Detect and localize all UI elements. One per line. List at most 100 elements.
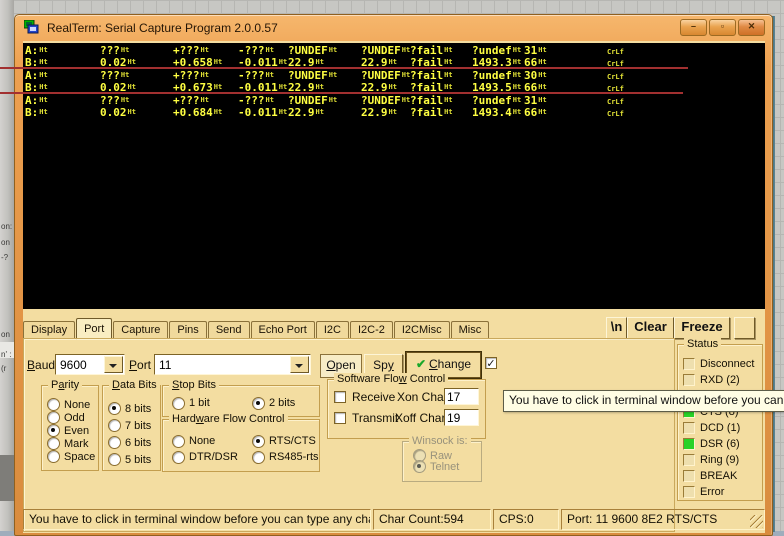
terminal-value: ??? xyxy=(100,44,120,57)
terminal-value: ?UNDEF xyxy=(288,93,328,107)
terminal-cell: 22.9Ht xyxy=(288,106,361,120)
radio-label: Even xyxy=(64,424,90,437)
tab-i2c-2[interactable]: I2C-2 xyxy=(349,321,393,339)
clear-button[interactable]: Clear xyxy=(627,317,674,339)
radio-none[interactable]: None xyxy=(47,398,95,411)
status-led-icon xyxy=(683,486,695,498)
terminal-value: 31 xyxy=(524,44,538,57)
radio-6-bits[interactable]: 6 bits xyxy=(108,434,151,451)
transmit-label: Transmit xyxy=(352,411,399,425)
tab-control-glyph: Ht xyxy=(200,95,209,104)
radio-label: RS485-rts xyxy=(269,451,319,463)
chevron-down-icon[interactable] xyxy=(290,356,309,373)
radio-1-bit[interactable]: 1 bit xyxy=(172,396,252,410)
terminal-cell: 66Ht xyxy=(524,106,606,120)
radio-5-bits[interactable]: 5 bits xyxy=(108,451,151,468)
close-button[interactable]: ✕ xyxy=(738,19,765,36)
tab-control-glyph: Ht xyxy=(401,70,411,79)
terminal-value: 0.02 xyxy=(100,105,127,119)
chevron-down-icon[interactable] xyxy=(104,356,123,373)
freeze-button[interactable]: Freeze xyxy=(674,317,730,339)
radio-label: None xyxy=(64,398,91,411)
tab-control-glyph: Ht xyxy=(512,58,522,67)
port-value: 11 xyxy=(159,358,172,372)
terminal-row: A:Ht ???Ht +???Ht -???Ht ?UNDEFHt ?UNDEFHt ?fa… xyxy=(23,68,765,82)
tab-i2c[interactable]: I2C xyxy=(315,321,349,339)
xon-char-label: Xon Char: xyxy=(397,390,452,404)
statusbar-port-text: Port: 11 9600 8E2 RTS/CTS xyxy=(567,512,718,526)
status-item-label: DCD (1) xyxy=(700,422,741,434)
radio-dtr-dsr[interactable]: DTR/DSR xyxy=(172,449,252,465)
titlebar[interactable]: RealTerm: Serial Capture Program 2.0.0.5… xyxy=(15,15,772,41)
maximize-button[interactable]: ▫ xyxy=(709,19,736,36)
crlf-control-glyph: CrLf xyxy=(607,48,624,56)
terminal-value: ??? xyxy=(100,93,120,107)
radio-rts-cts[interactable]: RTS/CTS xyxy=(252,433,319,449)
xon-char-input[interactable] xyxy=(444,388,479,405)
tab-control-glyph: Ht xyxy=(512,83,522,92)
tab-control-glyph: Ht xyxy=(127,83,136,92)
radio-telnet[interactable]: Telnet xyxy=(413,460,459,473)
transmit-checkbox[interactable] xyxy=(334,412,346,424)
background-text-fragment: on xyxy=(1,238,10,247)
software-flow-group: Software Flow Control Receive Xon Char: … xyxy=(327,373,486,439)
tab-i2cmisc[interactable]: I2CMisc xyxy=(393,321,450,339)
resize-grip[interactable] xyxy=(750,515,763,528)
radio-none[interactable]: None xyxy=(172,433,252,449)
radio-icon xyxy=(47,450,60,463)
tab-pins[interactable]: Pins xyxy=(169,321,207,339)
minimize-button[interactable]: – xyxy=(680,19,707,36)
status-item-ring-9: Ring (9) xyxy=(683,453,739,467)
tooltip: You have to click in terminal window bef… xyxy=(503,390,784,412)
radio-label: RTS/CTS xyxy=(269,435,316,447)
radio-odd[interactable]: Odd xyxy=(47,411,95,424)
tab-port[interactable]: Port xyxy=(76,318,113,340)
radio-label: None xyxy=(189,435,216,447)
baud-select[interactable]: 9600 xyxy=(55,354,125,375)
newline-button[interactable]: \n xyxy=(606,317,627,339)
radio-space[interactable]: Space xyxy=(47,450,95,463)
tab-control-glyph: Ht xyxy=(512,70,522,79)
crlf-control-glyph: CrLf xyxy=(607,85,624,94)
annotation-line xyxy=(0,67,688,69)
receive-checkbox[interactable] xyxy=(334,391,346,403)
tab-control-glyph: Ht xyxy=(538,83,547,92)
radio-mark[interactable]: Mark xyxy=(47,437,95,450)
radio-even[interactable]: Even xyxy=(47,424,95,437)
radio-7-bits[interactable]: 7 bits xyxy=(108,417,151,434)
tab-display[interactable]: Display xyxy=(23,321,76,339)
status-item-label: Error xyxy=(700,486,725,498)
terminal-value: ?UNDEF xyxy=(288,68,328,82)
tab-control-glyph: Ht xyxy=(538,58,547,67)
tab-control-glyph: Ht xyxy=(213,83,223,92)
tab-echo-port[interactable]: Echo Port xyxy=(250,321,315,339)
radio-2-bits[interactable]: 2 bits xyxy=(252,396,295,410)
tab-control-glyph: Ht xyxy=(444,107,453,116)
radio-rs485-rts[interactable]: RS485-rts xyxy=(252,449,319,465)
tab-bar: Display Port Capture Pins Send Echo Port I2C I2… xyxy=(23,316,605,340)
annotation-line xyxy=(0,92,683,94)
terminal-display[interactable]: A:Ht ???Ht +???Ht -???Ht ?UNDEFHt ?UNDEFHt ?fa… xyxy=(23,43,765,309)
xoff-char-input[interactable] xyxy=(444,409,479,426)
terminal-value: ?undef xyxy=(472,93,512,107)
tab-control-glyph: Ht xyxy=(315,83,324,92)
terminal-cell: B:Ht xyxy=(25,106,100,120)
tab-capture[interactable]: Capture xyxy=(113,321,169,339)
tab-control-glyph: Ht xyxy=(127,107,136,116)
baud-value: 9600 xyxy=(60,358,87,372)
tab-control-glyph: Ht xyxy=(512,46,522,54)
terminal-value: ?undef xyxy=(472,44,512,57)
radio-8-bits[interactable]: 8 bits xyxy=(108,400,151,417)
small-blank-button[interactable] xyxy=(734,317,755,339)
terminal-value: ?undef xyxy=(472,68,512,82)
change-confirm-checkbox[interactable]: ✓ xyxy=(485,357,497,369)
tab-send[interactable]: Send xyxy=(207,321,250,339)
radio-icon xyxy=(108,419,121,432)
radio-icon xyxy=(47,437,60,450)
port-select[interactable]: 11 xyxy=(154,354,311,375)
tab-misc[interactable]: Misc xyxy=(450,321,490,339)
status-item-label: Ring (9) xyxy=(700,454,740,466)
tab-control-glyph: Ht xyxy=(213,107,223,116)
port-label: Port xyxy=(129,358,152,372)
tab-control-glyph: Ht xyxy=(444,58,453,67)
